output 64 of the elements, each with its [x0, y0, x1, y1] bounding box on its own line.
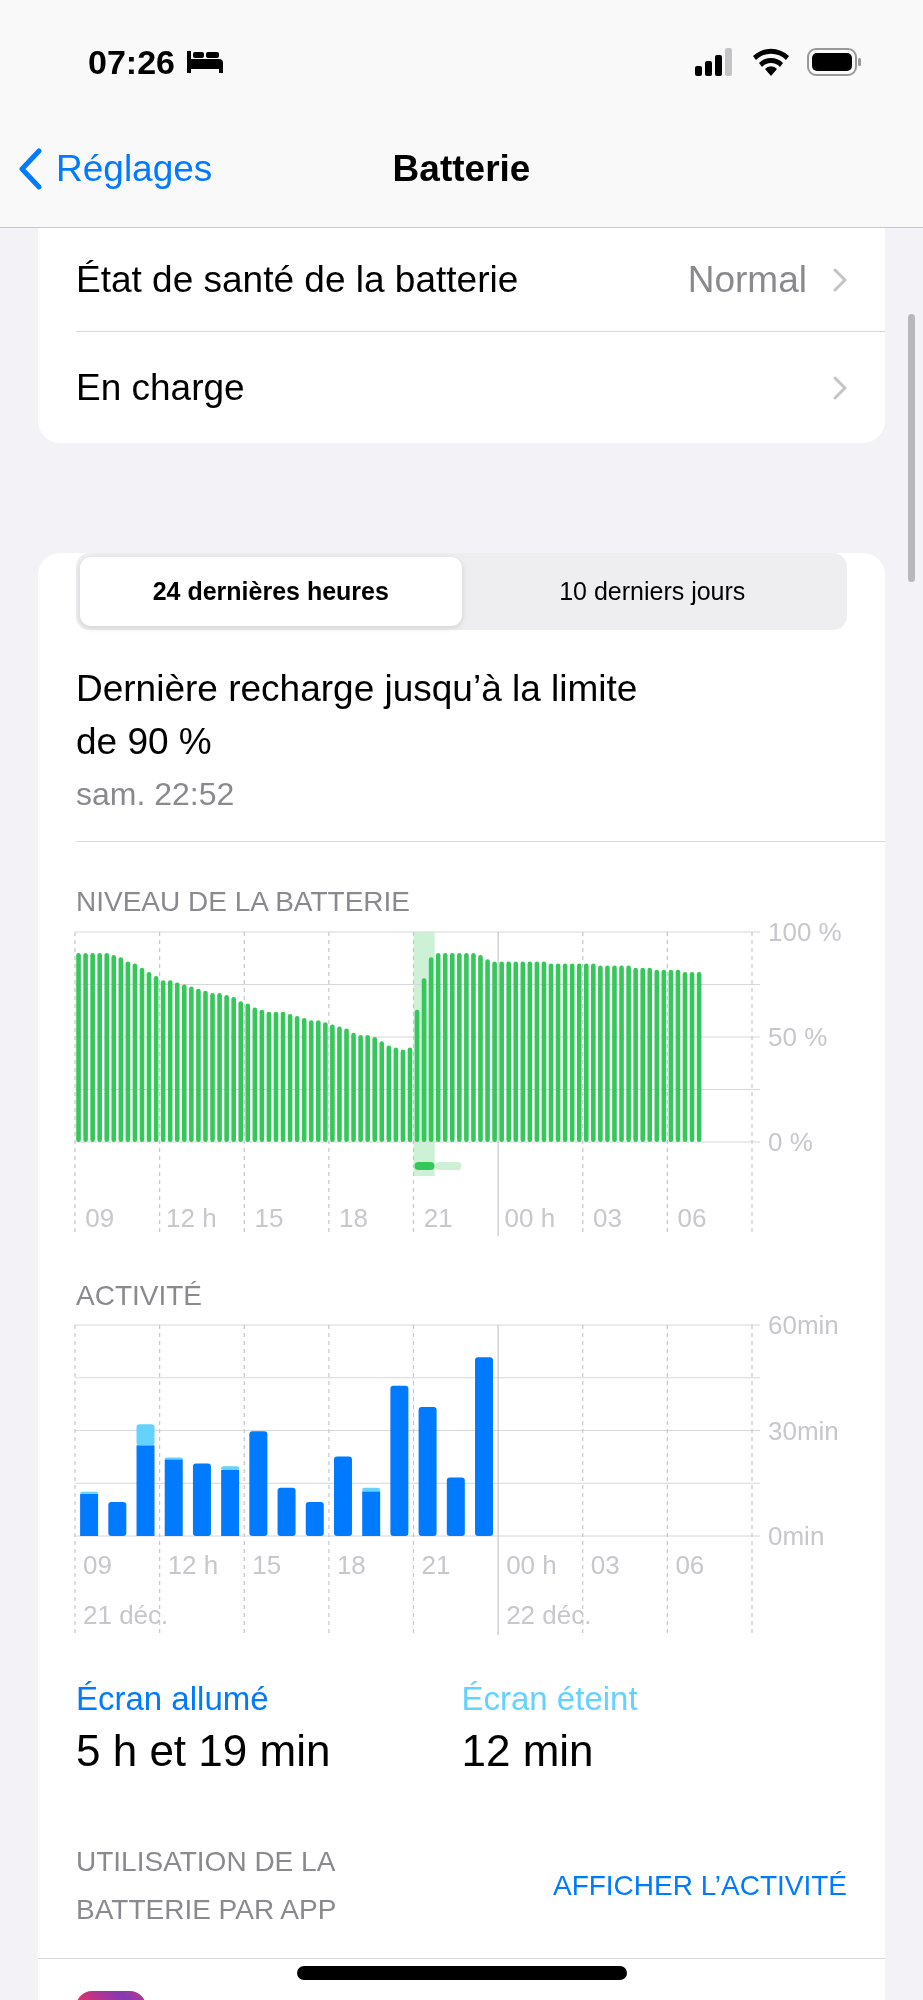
chevron-icon — [833, 267, 847, 292]
axis-label: 06 — [677, 1203, 707, 1233]
axis-label: 12 h — [166, 1203, 217, 1233]
screen-on-bar — [277, 1487, 296, 1536]
axis-label: 18 — [339, 1203, 368, 1233]
page-title: Batterie — [392, 147, 531, 190]
screen-off-bar — [164, 1457, 183, 1460]
bed-icon — [184, 49, 225, 75]
battery-icon — [807, 48, 863, 76]
screen-on-bar — [305, 1501, 324, 1536]
section-heading: NIVEAU DE LA BATTERIE — [76, 885, 412, 919]
row-value: Normal — [687, 258, 807, 301]
show-activity-link[interactable]: AFFICHER L’ACTIVITÉ — [552, 1870, 847, 1902]
section-heading: ACTIVITÉ — [76, 1279, 203, 1313]
screen-off-bar — [136, 1424, 155, 1446]
date-label: 21 déc. — [83, 1600, 169, 1630]
screen-on-bar — [80, 1493, 99, 1536]
signal-icon — [695, 48, 735, 76]
wifi-icon — [751, 47, 791, 77]
screen-off-bar — [362, 1487, 381, 1492]
axis-label: 0 % — [768, 1127, 813, 1157]
axis-label: 00 h — [506, 1550, 557, 1580]
axis-label: 15 — [252, 1550, 282, 1580]
axis-label: 03 — [592, 1203, 622, 1233]
legend-label: Écran éteint — [461, 1680, 639, 1718]
period-tab[interactable]: 24 dernières heures — [80, 557, 462, 626]
axis-label: 12 h — [167, 1550, 219, 1580]
axis-label: 00 h — [504, 1203, 556, 1233]
back-label[interactable]: Réglages — [56, 147, 213, 190]
axis-label: 09 — [85, 1203, 115, 1233]
screen-on-bar — [108, 1501, 127, 1536]
axis-label: 15 — [254, 1203, 284, 1233]
date-label: 22 déc. — [506, 1600, 592, 1630]
axis-label: 18 — [336, 1550, 366, 1580]
legend-label: Écran allumé — [76, 1680, 270, 1718]
legend-value: 12 min — [461, 1726, 595, 1776]
settings-row[interactable]: En charge — [38, 332, 885, 443]
axis-label: 03 — [590, 1550, 620, 1580]
axis-label: 09 — [83, 1550, 112, 1580]
legend-value: 5 h et 19 min — [76, 1726, 332, 1776]
last-charge-title: Dernière recharge jusqu’à la limite de 90 % — [76, 667, 639, 764]
settings-row[interactable]: État de santé de la batterie Normal — [38, 228, 885, 331]
chevron-icon — [833, 375, 847, 400]
axis-label: 0min — [768, 1521, 825, 1551]
axis-label: 06 — [675, 1550, 705, 1580]
axis-label: 21 — [423, 1203, 453, 1233]
row-label: État de santé de la batterie — [76, 258, 520, 301]
last-charge-time: sam. 22:52 — [76, 776, 236, 813]
axis-label: 21 — [421, 1550, 451, 1580]
screen-on-bar — [362, 1491, 381, 1536]
period-tab[interactable]: 10 derniers jours — [461, 557, 843, 626]
axis-label: 50 % — [768, 1022, 828, 1052]
axis-label: 60min — [768, 1310, 839, 1340]
back-button[interactable]: Réglages — [18, 147, 213, 190]
section-heading: UTILISATION DE LA BATTERIE PAR APP — [76, 1845, 338, 1927]
row-label: En charge — [76, 366, 246, 409]
screen-off-bar — [80, 1491, 99, 1494]
screen-on-bar — [221, 1469, 240, 1536]
axis-label: 100 % — [768, 917, 842, 947]
status-time: 07:26 — [88, 42, 175, 82]
back-chevron-icon — [18, 147, 42, 190]
axis-label: 30min — [768, 1415, 839, 1446]
screen-off-bar — [221, 1466, 240, 1470]
screen-on-bar — [446, 1477, 465, 1536]
